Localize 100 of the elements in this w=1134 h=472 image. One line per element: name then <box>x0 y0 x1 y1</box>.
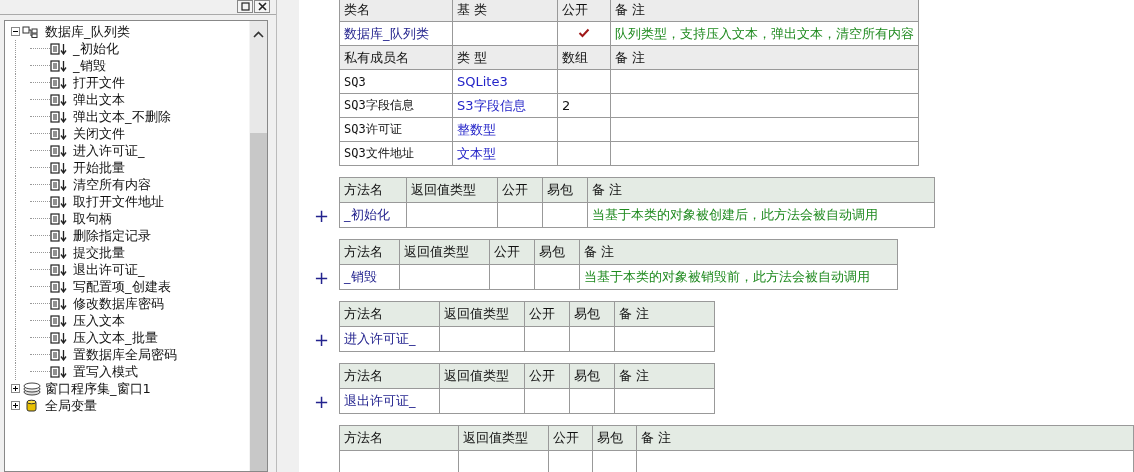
method-icon <box>50 76 68 89</box>
note-cell: 当基于本类的对象被创建后，此方法会被自动调用 <box>587 202 935 228</box>
restore-icon[interactable] <box>237 0 253 13</box>
method-icon <box>50 127 68 140</box>
column-header: 备 注 <box>636 425 1134 451</box>
expand-button[interactable]: + <box>314 390 339 414</box>
column-header: 方法名 <box>339 239 400 265</box>
method-name-cell: 退出许可证_ <box>339 388 440 414</box>
tree-item[interactable]: 关闭文件 <box>72 125 126 142</box>
member-name-cell: SQ3许可证 <box>339 117 453 142</box>
method-icon <box>50 280 68 293</box>
method-icon <box>50 195 68 208</box>
stack-icon <box>22 381 42 396</box>
column-header: 类名 <box>339 0 453 22</box>
tree-item[interactable]: 置写入模式 <box>72 363 139 380</box>
array-cell: 2 <box>557 93 611 118</box>
method-icon <box>50 331 68 344</box>
tree-item[interactable]: _销毁 <box>72 57 107 74</box>
column-header: 备 注 <box>610 0 919 22</box>
column-header: 易包 <box>534 239 580 265</box>
column-header: 返回值类型 <box>439 301 525 327</box>
method-icon <box>50 365 68 378</box>
tree-item[interactable]: _初始化 <box>72 40 120 57</box>
column-header: 方法名 <box>339 177 407 203</box>
tree-item[interactable]: 压入文本_批量 <box>72 329 159 346</box>
tree-item[interactable]: 弹出文本_不删除 <box>72 108 172 125</box>
tree-item[interactable]: 取句柄 <box>72 210 113 227</box>
method-icon <box>50 178 68 191</box>
tree-item[interactable]: 压入文本 <box>72 312 126 329</box>
tree-item[interactable]: 全局变量 <box>44 397 98 414</box>
type-cell: SQLite3 <box>452 69 558 94</box>
tree-item[interactable]: 取打开文件地址 <box>72 193 165 210</box>
expand-toggle-icon[interactable] <box>11 27 20 36</box>
method-name-cell: _销毁 <box>339 264 400 290</box>
note-cell: 队列类型，支持压入文本，弹出文本，清空所有内容 <box>610 21 919 46</box>
method-icon <box>50 42 68 55</box>
column-header: 返回值类型 <box>458 425 549 451</box>
method-name-cell: 进入许可证_ <box>339 326 440 352</box>
column-header: 方法名 <box>339 301 440 327</box>
column-header: 公开 <box>524 363 570 389</box>
column-header: 公开 <box>497 177 543 203</box>
tree-item[interactable]: 弹出文本 <box>72 91 126 108</box>
tree-item[interactable]: 置数据库全局密码 <box>72 346 178 363</box>
close-icon[interactable] <box>254 0 270 13</box>
tree-item[interactable]: 写配置项_创建表 <box>72 278 172 295</box>
method-icon <box>50 314 68 327</box>
tree-item[interactable]: 删除指定记录 <box>72 227 152 244</box>
column-header: 备 注 <box>614 363 715 389</box>
expand-button[interactable]: + <box>314 204 339 228</box>
expand-button[interactable]: + <box>314 266 339 290</box>
column-header: 方法名 <box>339 363 440 389</box>
column-header: 返回值类型 <box>406 177 498 203</box>
member-name-cell: SQ3 <box>339 69 453 94</box>
tree-item[interactable]: 退出许可证_ <box>72 261 146 278</box>
column-header: 易包 <box>569 363 615 389</box>
tree-item[interactable]: 修改数据库密码 <box>72 295 165 312</box>
scrollbar[interactable] <box>249 21 267 471</box>
method-icon <box>50 263 68 276</box>
column-header: 方法名 <box>339 425 459 451</box>
method-icon <box>50 246 68 259</box>
tree-item[interactable]: 提交批量 <box>72 244 126 261</box>
tree-item[interactable]: 清空所有内容 <box>72 176 152 193</box>
column-header: 私有成员名 <box>339 45 453 70</box>
column-header: 返回值类型 <box>439 363 525 389</box>
expand-toggle-icon[interactable] <box>11 384 20 393</box>
member-name-cell: SQ3字段信息 <box>339 93 453 118</box>
tree-item[interactable]: 数据库_队列类 <box>44 23 131 40</box>
method-icon <box>50 144 68 157</box>
member-name-cell: SQ3文件地址 <box>339 141 453 166</box>
column-header: 返回值类型 <box>399 239 490 265</box>
method-icon <box>50 297 68 310</box>
expand-toggle-icon[interactable] <box>11 401 20 410</box>
method-name-cell: _初始化 <box>339 202 407 228</box>
type-cell: 整数型 <box>452 117 558 142</box>
column-header: 备 注 <box>610 45 919 70</box>
method-icon <box>50 93 68 106</box>
method-icon <box>50 229 68 242</box>
expand-button[interactable]: + <box>314 328 339 352</box>
type-cell: 文本型 <box>452 141 558 166</box>
tree-item[interactable]: 开始批量 <box>72 159 126 176</box>
class-name-cell: 数据库_队列类 <box>339 21 453 46</box>
method-icon <box>50 110 68 123</box>
column-header: 备 注 <box>587 177 935 203</box>
column-header: 公开 <box>489 239 535 265</box>
tree-item[interactable]: 进入许可证_ <box>72 142 146 159</box>
method-icon <box>50 212 68 225</box>
column-header: 易包 <box>592 425 637 451</box>
column-header: 公开 <box>557 0 611 22</box>
method-icon <box>50 348 68 361</box>
column-header: 公开 <box>524 301 570 327</box>
note-cell: 当基于本类的对象被销毁前，此方法会被自动调用 <box>579 264 898 290</box>
type-cell: S3字段信息 <box>452 93 558 118</box>
tree-item[interactable]: 窗口程序集_窗口1 <box>44 380 152 397</box>
method-icon <box>50 59 68 72</box>
tree-item[interactable]: 打开文件 <box>72 74 126 91</box>
column-header: 类 型 <box>452 45 558 70</box>
scroll-up-icon[interactable] <box>253 31 264 38</box>
column-header: 易包 <box>569 301 615 327</box>
column-header: 易包 <box>542 177 588 203</box>
column-header: 基 类 <box>452 0 558 22</box>
